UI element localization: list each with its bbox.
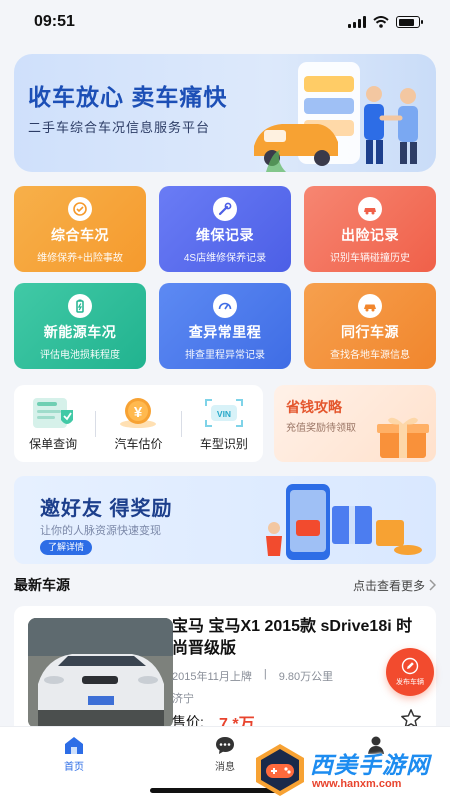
status-bar: 09:51 <box>0 0 450 44</box>
tab-home[interactable]: 首页 <box>44 735 104 773</box>
tab-label: 首页 <box>64 762 84 773</box>
invite-subtitle: 让你的人脉资源快速变现 <box>40 525 161 537</box>
car-check-icon <box>68 197 92 221</box>
service-grid: 综合车况 维修保养+出险事故 维保记录 4S店维修保养记录 出险记录 识别车辆碰… <box>14 186 436 369</box>
learn-more-button[interactable]: 了解详情 <box>40 540 93 555</box>
section-title: 最新车源 <box>14 577 70 593</box>
service-title: 综合车况 <box>51 227 109 243</box>
service-desc: 排查里程异常记录 <box>185 350 265 361</box>
service-card-accident[interactable]: 出险记录 识别车辆碰撞历史 <box>304 186 436 272</box>
tools-panel: 保单查询 ¥ 汽车估价 VIN 车型识别 <box>14 385 263 462</box>
signal-icon <box>348 16 366 28</box>
policy-icon <box>33 397 74 428</box>
service-title: 同行车源 <box>341 324 399 340</box>
wrench-icon <box>213 197 237 221</box>
gift-box-icon <box>377 417 429 458</box>
publish-label: 发布车辆 <box>396 679 424 686</box>
promo-subtitle: 充值奖励待领取 <box>286 423 356 434</box>
car-icon <box>358 294 382 318</box>
watermark-title: 西美手游网 <box>310 752 430 778</box>
invite-banner[interactable]: 邀好友 得奖励 让你的人脉资源快速变现 了解详情 <box>14 476 436 564</box>
service-desc: 维修保养+出险事故 <box>37 253 123 264</box>
tool-valuation[interactable]: ¥ 汽车估价 <box>114 396 163 452</box>
car-location: 济宁 <box>172 693 194 705</box>
registration-date: 2015年11月上牌 <box>172 671 252 683</box>
service-desc: 识别车辆碰撞历史 <box>330 253 410 264</box>
service-title: 出险记录 <box>341 227 399 243</box>
car-title: 宝马 宝马X1 2015款 sDrive18i 时尚晋级版 <box>172 618 413 657</box>
home-icon <box>65 737 83 754</box>
speedometer-icon <box>213 294 237 318</box>
tool-policy-query[interactable]: 保单查询 <box>29 396 77 452</box>
wifi-icon <box>373 16 389 28</box>
yen-icon: ¥ <box>120 397 157 428</box>
tool-model-recognition[interactable]: VIN 车型识别 <box>200 396 248 452</box>
chevron-right-icon <box>429 579 436 591</box>
service-card-mileage[interactable]: 查异常里程 排查里程异常记录 <box>159 283 291 369</box>
mileage: 9.80万公里 <box>278 671 334 683</box>
watermark-url: www.hanxm.com <box>312 778 402 790</box>
site-watermark: 西美手游网 www.hanxm.com <box>252 742 450 800</box>
view-more-link[interactable]: 点击查看更多 <box>353 577 436 594</box>
service-card-maintenance[interactable]: 维保记录 4S店维修保养记录 <box>159 186 291 272</box>
car-listing-card[interactable]: 宝马 宝马X1 2015款 sDrive18i 时尚晋级版 2015年11月上牌… <box>14 606 436 736</box>
promo-title: 省钱攻略 <box>286 399 342 415</box>
service-desc: 4S店维修保养记录 <box>183 253 267 264</box>
view-more-label: 点击查看更多 <box>352 578 425 593</box>
status-time: 09:51 <box>34 13 75 30</box>
vin-icon: VIN <box>204 398 243 427</box>
divider <box>95 410 97 437</box>
car-meta: 2015年11月上牌 | 9.80万公里 <box>172 668 333 684</box>
service-title: 维保记录 <box>196 227 254 243</box>
tab-messages[interactable]: 消息 <box>195 735 255 773</box>
crashed-car-icon <box>358 197 382 221</box>
edit-icon <box>401 657 419 675</box>
battery-icon <box>68 294 92 318</box>
chat-bubble-icon <box>216 737 234 754</box>
tool-label: 汽车估价 <box>114 436 163 451</box>
latest-cars-header: 最新车源 点击查看更多 <box>14 574 436 596</box>
banner-title: 收车放心 卖车痛快 <box>28 84 228 110</box>
svg-text:¥: ¥ <box>134 404 143 421</box>
svg-text:VIN: VIN <box>217 409 231 419</box>
handshake-illustration <box>254 62 418 172</box>
service-title: 新能源车况 <box>43 324 117 340</box>
service-card-comprehensive[interactable]: 综合车况 维修保养+出险事故 <box>14 186 146 272</box>
battery-icon <box>396 16 423 28</box>
tool-label: 保单查询 <box>29 436 78 451</box>
hero-banner[interactable]: 收车放心 卖车痛快 二手车综合车况信息服务平台 <box>14 54 436 172</box>
publish-car-button[interactable]: 发布车辆 <box>386 648 434 696</box>
phone-gift-illustration <box>266 484 422 560</box>
invite-title: 邀好友 得奖励 <box>40 498 173 520</box>
service-desc: 评估电池损耗程度 <box>40 350 120 361</box>
tab-label: 消息 <box>215 762 235 773</box>
service-card-ev[interactable]: 新能源车况 评估电池损耗程度 <box>14 283 146 369</box>
banner-subtitle: 二手车综合车况信息服务平台 <box>28 120 211 135</box>
status-icons <box>348 16 423 28</box>
gamepad-logo <box>256 744 304 796</box>
service-title: 查异常里程 <box>188 324 262 340</box>
promo-card[interactable]: 省钱攻略 充值奖励待领取 <box>274 385 436 462</box>
tool-label: 车型识别 <box>199 436 248 451</box>
service-card-peer-source[interactable]: 同行车源 查找各地车源信息 <box>304 283 436 369</box>
car-photo <box>28 618 173 728</box>
divider <box>180 410 182 437</box>
service-desc: 查找各地车源信息 <box>330 350 410 361</box>
meta-divider: | <box>263 668 267 680</box>
